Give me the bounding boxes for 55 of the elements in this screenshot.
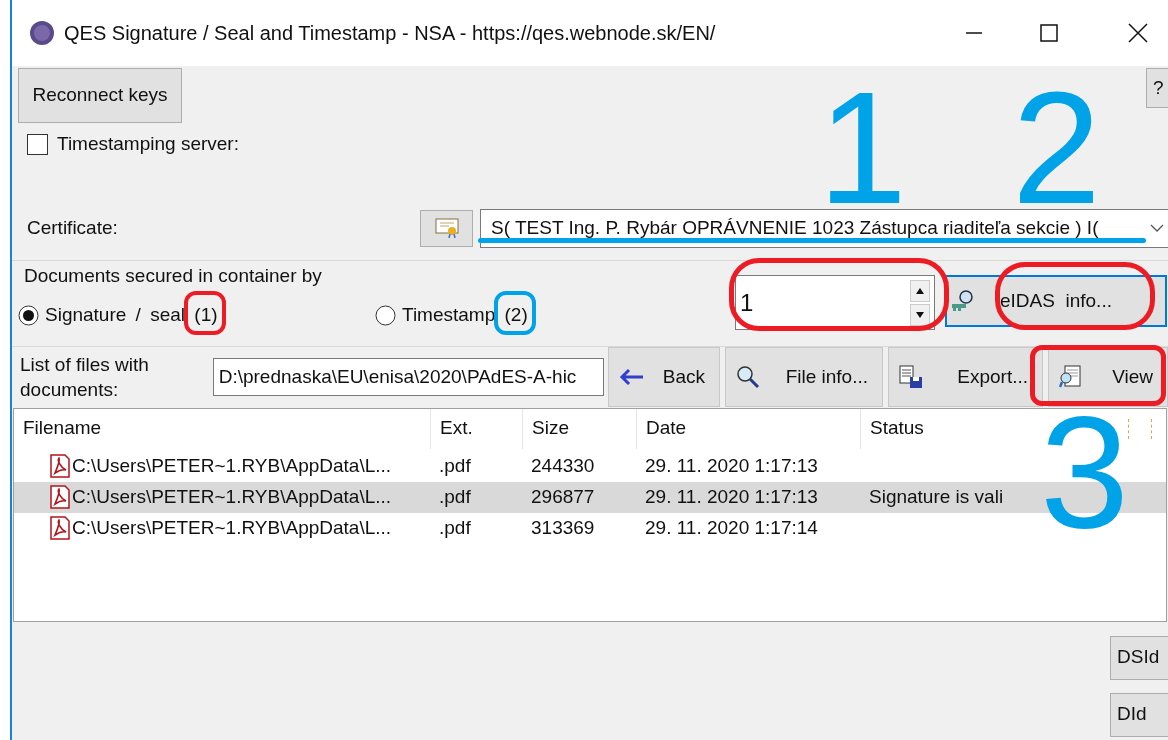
table-cell-text: 29. 11. 2020 1:17:14 bbox=[645, 515, 818, 540]
radio-label: Signature / seal (1) bbox=[45, 304, 218, 326]
table-cell-text: .pdf bbox=[439, 515, 471, 540]
certificate-icon bbox=[434, 218, 459, 238]
eidas-info-button[interactable]: eIDAS info... bbox=[945, 275, 1167, 327]
table-cell-text: 296877 bbox=[531, 484, 595, 509]
export-button[interactable]: Export... bbox=[888, 347, 1043, 407]
chevron-down-icon bbox=[1150, 224, 1164, 232]
table-cell-text: 29. 11. 2020 1:17:13 bbox=[645, 484, 818, 509]
table-cell-text: Signature is vali bbox=[869, 484, 1004, 509]
spin-down-icon[interactable] bbox=[910, 303, 930, 326]
column-header[interactable]: Ext. bbox=[440, 414, 473, 443]
checkbox[interactable] bbox=[27, 133, 48, 155]
annotation-number: 2 bbox=[1012, 88, 1101, 208]
table-cell-text: 244330 bbox=[531, 453, 595, 478]
group-label: Documents secured in container by bbox=[24, 264, 322, 288]
spin-up-icon[interactable] bbox=[910, 279, 930, 302]
annotation-number: 1 bbox=[818, 88, 907, 208]
file-info-button[interactable]: File info... bbox=[725, 347, 883, 407]
maximize-icon[interactable] bbox=[1040, 24, 1058, 42]
table-cell-text: 313369 bbox=[531, 515, 595, 540]
table-cell-text: .pdf bbox=[439, 453, 471, 478]
files-label: List of files with documents: bbox=[20, 353, 150, 402]
reconnect-keys-button[interactable]: Reconnect keys bbox=[18, 68, 182, 123]
path-field[interactable]: D:\prednaska\EU\enisa\2020\PAdES-A-hic bbox=[212, 358, 604, 396]
did-button[interactable]: DId bbox=[1110, 692, 1168, 737]
document-magnifier-icon bbox=[1059, 365, 1083, 389]
app-logo-icon bbox=[29, 20, 55, 46]
column-header[interactable]: Filename bbox=[23, 414, 102, 443]
table-cell-text: .pdf bbox=[439, 484, 471, 509]
back-button[interactable]: Back bbox=[608, 347, 720, 407]
certificate-label: Certificate: bbox=[27, 215, 119, 240]
window-title: QES Signature / Seal and Timestamp - NSA - https://qes.webnode.sk/EN/ bbox=[64, 21, 716, 46]
pdf-file-icon bbox=[48, 516, 72, 540]
table-cell-text: C:\Users\PETER~1.RYB\AppData\L... bbox=[72, 484, 392, 509]
table-cell-text: C:\Users\PETER~1.RYB\AppData\L... bbox=[72, 515, 392, 540]
column-header[interactable]: Status bbox=[870, 414, 924, 443]
dsid-button[interactable]: DSId bbox=[1110, 635, 1168, 680]
checkbox-label: Timestamping server: bbox=[57, 131, 239, 156]
radio-label: Timestamp (2) bbox=[402, 304, 528, 326]
number-spinner[interactable]: 1 bbox=[735, 275, 935, 330]
pdf-file-icon bbox=[48, 485, 72, 509]
export-icon bbox=[899, 365, 923, 389]
table-cell-text: C:\Users\PETER~1.RYB\AppData\L... bbox=[72, 453, 392, 478]
column-header[interactable]: Size bbox=[532, 414, 569, 443]
pdf-file-icon bbox=[48, 454, 72, 478]
help-button[interactable]: ? bbox=[1146, 68, 1168, 108]
table-cell-text: 29. 11. 2020 1:17:13 bbox=[645, 453, 818, 478]
radio-button[interactable] bbox=[375, 305, 396, 326]
close-icon[interactable] bbox=[1128, 23, 1148, 43]
magnifier-icon bbox=[736, 365, 760, 389]
arrow-left-icon bbox=[619, 368, 645, 386]
key-icon bbox=[950, 289, 976, 313]
radio-button[interactable] bbox=[18, 305, 39, 326]
column-header[interactable]: Date bbox=[646, 414, 687, 443]
